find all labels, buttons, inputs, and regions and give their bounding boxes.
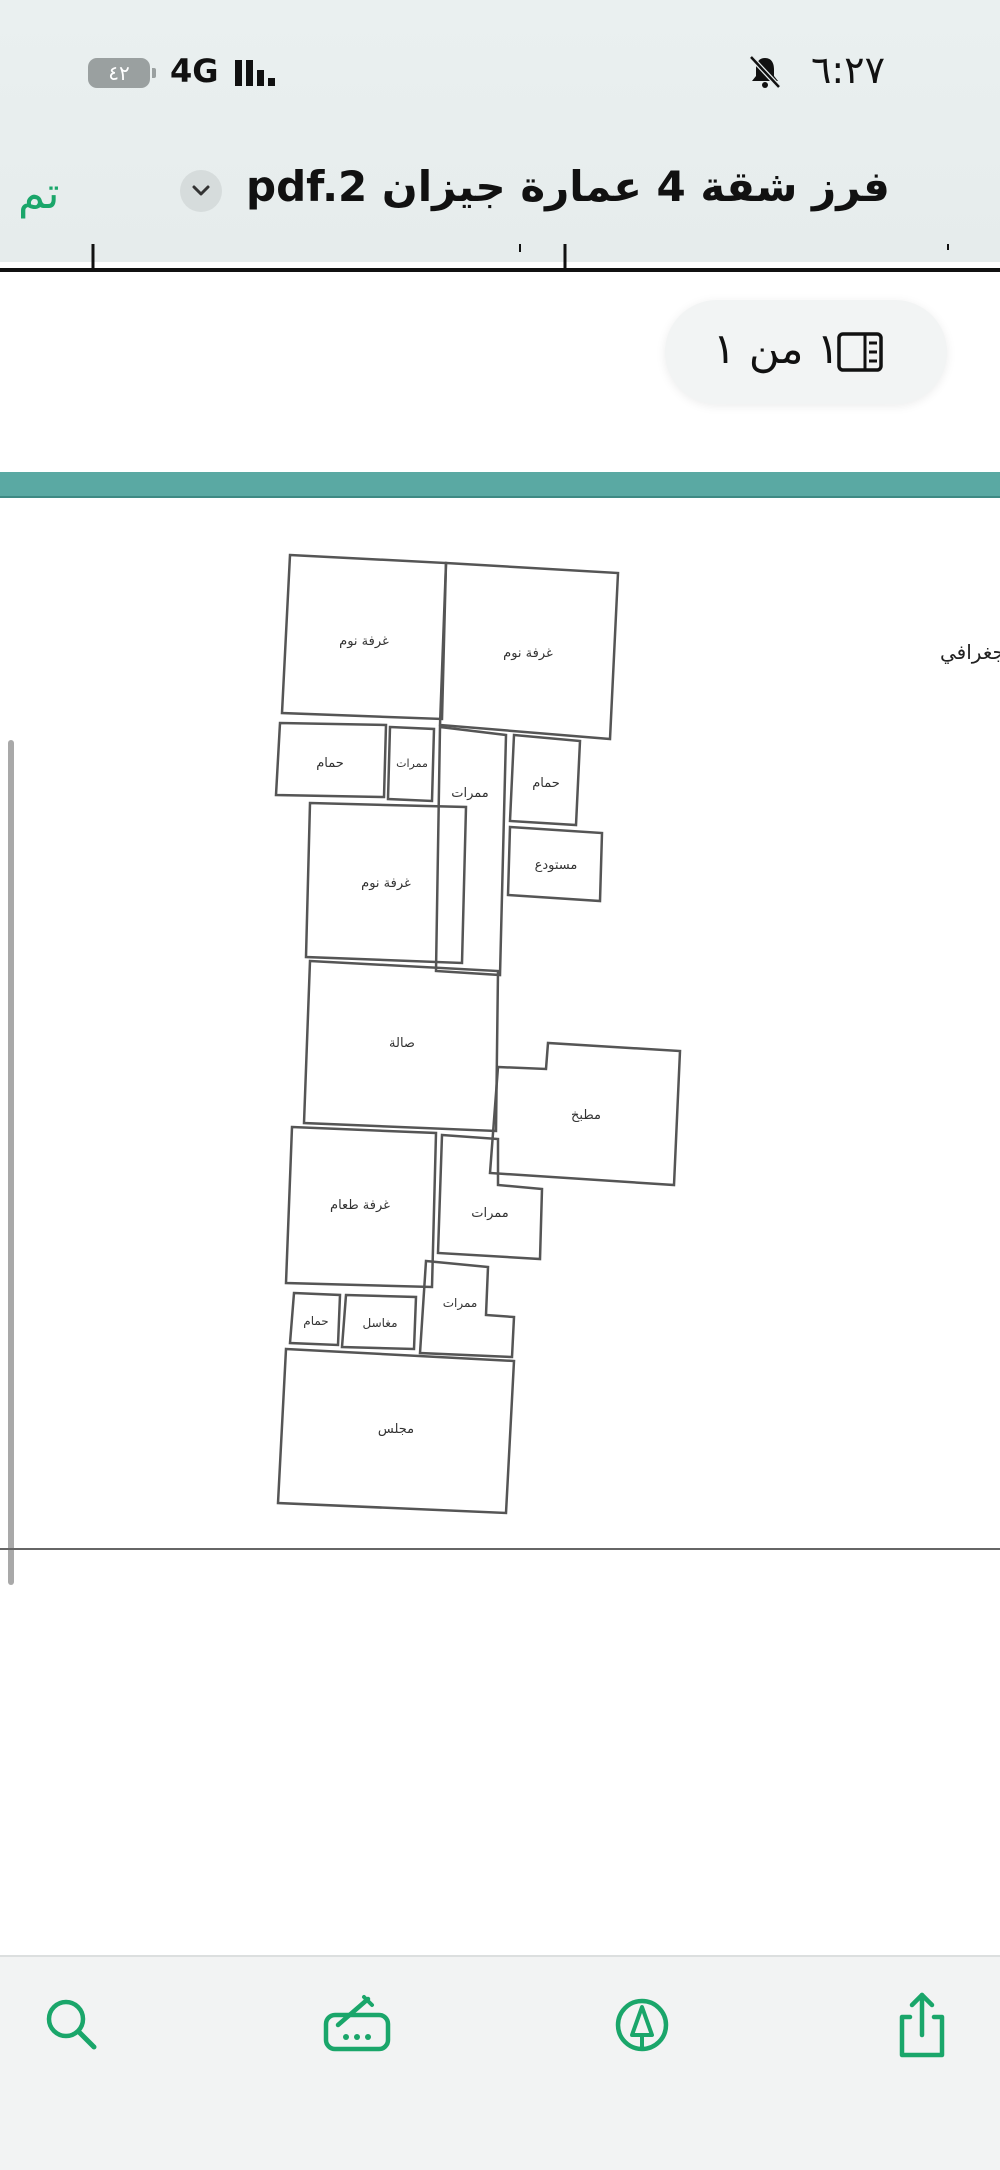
markup-icon: [615, 1998, 669, 2052]
share-icon: [899, 1992, 945, 2058]
label-bath-1: حمام: [316, 756, 344, 771]
label-bath-3: حمام: [303, 1314, 328, 1328]
bell-off-icon: [749, 55, 781, 89]
share-button[interactable]: [882, 1985, 962, 2065]
page-indicator[interactable]: ١ من ١: [665, 300, 947, 404]
search-icon: [46, 1999, 97, 2050]
done-button[interactable]: تم: [18, 168, 60, 219]
document-color-band: [0, 472, 1000, 498]
scan-text-button[interactable]: [318, 1985, 398, 2065]
room-corridor-3: [436, 1133, 544, 1261]
label-majlis: مجلس: [378, 1422, 414, 1437]
label-storage: مستودع: [535, 858, 578, 873]
label-corridor-3: ممرات: [471, 1206, 509, 1221]
floor-plan: غرفة نوم غرفة نوم حمام ممرات ممرات حمام …: [274, 553, 682, 1515]
scan-text-icon: [323, 1995, 391, 2052]
scroll-indicator[interactable]: [8, 740, 14, 1585]
sidebar-toggle-icon: [837, 332, 883, 372]
search-button[interactable]: [32, 1985, 112, 2065]
document-side-label: الجغرافي: [940, 640, 1000, 664]
label-corridor-2: ممرات: [451, 786, 489, 801]
title-menu-button[interactable]: [180, 170, 222, 212]
label-bath-2: حمام: [532, 776, 560, 791]
document-title[interactable]: فرز شقة 4 عمارة جيزان pdf.2: [246, 162, 890, 211]
top-bar: ٦:٢٧ 4G ٤٢ تم فرز شقة 4 عمارة جيزان pdf.…: [0, 0, 1000, 262]
label-hall: صالة: [389, 1036, 415, 1051]
markup-button[interactable]: [602, 1985, 682, 2065]
label-corridor-1: ممرات: [396, 757, 428, 770]
label-corridor-4: ممرات: [443, 1296, 478, 1311]
bottom-toolbar: [0, 1955, 1000, 2170]
page-count-label: ١ من ١: [713, 324, 840, 373]
battery-indicator: ٤٢: [88, 58, 156, 88]
document-page-edge: [0, 244, 1000, 272]
room-corridor-2: [434, 725, 508, 977]
label-kitchen: مطبخ: [571, 1108, 601, 1123]
label-bedroom-3: غرفة نوم: [361, 876, 411, 891]
network-type: 4G: [170, 52, 219, 90]
chevron-down-icon: [192, 185, 210, 196]
signal-icon: [235, 60, 275, 86]
label-washbasins: مغاسل: [362, 1316, 397, 1330]
label-bedroom-1: غرفة نوم: [339, 634, 389, 649]
page-bottom-edge: [0, 1548, 1000, 1550]
label-dining: غرفة طعام: [330, 1198, 390, 1213]
status-time: ٦:٢٧: [810, 48, 885, 92]
label-bedroom-2: غرفة نوم: [503, 646, 553, 661]
